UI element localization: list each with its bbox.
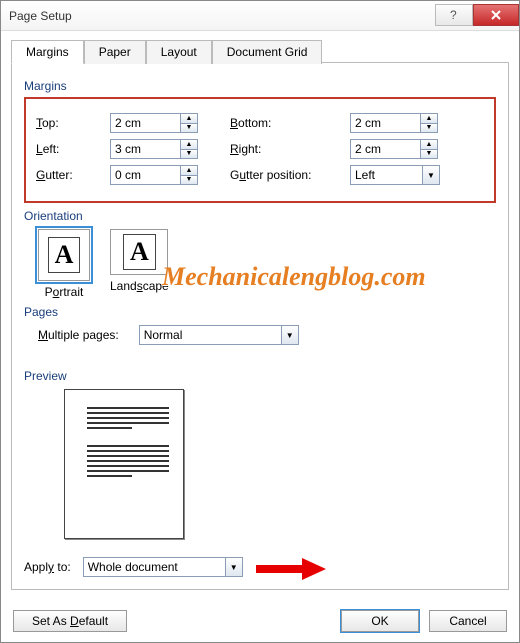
left-spin-up[interactable]: ▲ — [180, 139, 198, 149]
gutter-position-dropdown[interactable]: ▼ — [422, 165, 440, 185]
set-default-button[interactable]: Set As Default — [13, 610, 127, 632]
tab-margins[interactable]: Margins — [11, 40, 84, 64]
tab-paper[interactable]: Paper — [84, 40, 146, 64]
bottom-spin-down[interactable]: ▼ — [420, 123, 438, 134]
ok-button[interactable]: OK — [341, 610, 419, 632]
gutter-label: Gutter: — [36, 168, 110, 182]
help-icon: ? — [448, 9, 460, 21]
bottom-spinner[interactable]: ▲▼ — [350, 113, 440, 133]
cancel-button[interactable]: Cancel — [429, 610, 507, 632]
portrait-icon: A — [38, 229, 90, 281]
right-spinner[interactable]: ▲▼ — [350, 139, 440, 159]
gutter-spin-up[interactable]: ▲ — [180, 165, 198, 175]
apply-to-combo[interactable]: ▼ — [83, 557, 243, 577]
multiple-pages-value[interactable] — [139, 325, 281, 345]
gutter-spinner[interactable]: ▲▼ — [110, 165, 200, 185]
left-input[interactable] — [110, 139, 180, 159]
right-spin-up[interactable]: ▲ — [420, 139, 438, 149]
page-setup-dialog: Page Setup ? Margins Paper Layout Docume… — [0, 0, 520, 643]
gutter-position-value[interactable] — [350, 165, 422, 185]
close-icon — [489, 9, 503, 21]
orientation-landscape[interactable]: A Landscape — [110, 229, 169, 299]
pages-group-label: Pages — [24, 305, 496, 319]
gutter-spin-down[interactable]: ▼ — [180, 175, 198, 186]
window-title: Page Setup — [9, 9, 435, 23]
help-button[interactable]: ? — [435, 4, 473, 26]
close-button[interactable] — [473, 4, 519, 26]
margins-group-label: Margins — [24, 79, 496, 93]
portrait-label: Portrait — [38, 285, 90, 299]
bottom-input[interactable] — [350, 113, 420, 133]
orientation-group-label: Orientation — [24, 209, 496, 223]
orientation-portrait[interactable]: A Portrait — [38, 229, 90, 299]
preview-page-icon — [64, 389, 184, 539]
landscape-label: Landscape — [110, 279, 169, 293]
svg-text:?: ? — [450, 9, 457, 21]
gutter-position-combo[interactable]: ▼ — [350, 165, 440, 185]
multiple-pages-label: Multiple pages: — [38, 328, 119, 342]
tab-document-grid[interactable]: Document Grid — [212, 40, 323, 64]
top-spinner[interactable]: ▲▼ — [110, 113, 200, 133]
gutter-input[interactable] — [110, 165, 180, 185]
landscape-icon: A — [110, 229, 168, 275]
right-spin-down[interactable]: ▼ — [420, 149, 438, 160]
apply-to-dropdown[interactable]: ▼ — [225, 557, 243, 577]
multiple-pages-dropdown[interactable]: ▼ — [281, 325, 299, 345]
titlebar: Page Setup ? — [1, 1, 519, 31]
top-spin-down[interactable]: ▼ — [180, 123, 198, 134]
apply-to-value[interactable] — [83, 557, 225, 577]
bottom-label: Bottom: — [230, 116, 350, 130]
top-spin-up[interactable]: ▲ — [180, 113, 198, 123]
left-label: Left: — [36, 142, 110, 156]
tab-strip: Margins Paper Layout Document Grid — [11, 39, 509, 63]
bottom-spin-up[interactable]: ▲ — [420, 113, 438, 123]
apply-to-label: Apply to: — [24, 560, 71, 574]
preview-group-label: Preview — [24, 369, 496, 383]
dialog-footer: Set As Default OK Cancel — [1, 600, 519, 642]
multiple-pages-combo[interactable]: ▼ — [139, 325, 299, 345]
margins-highlight-box: Top: ▲▼ Bottom: ▲▼ Left: ▲▼ — [24, 97, 496, 203]
tab-panel: Margins Top: ▲▼ Bottom: ▲▼ Left: — [11, 62, 509, 590]
top-input[interactable] — [110, 113, 180, 133]
tab-layout[interactable]: Layout — [146, 40, 212, 64]
left-spinner[interactable]: ▲▼ — [110, 139, 200, 159]
right-label: Right: — [230, 142, 350, 156]
right-input[interactable] — [350, 139, 420, 159]
gutter-position-label: Gutter position: — [230, 168, 350, 182]
left-spin-down[interactable]: ▼ — [180, 149, 198, 160]
top-label: Top: — [36, 116, 110, 130]
